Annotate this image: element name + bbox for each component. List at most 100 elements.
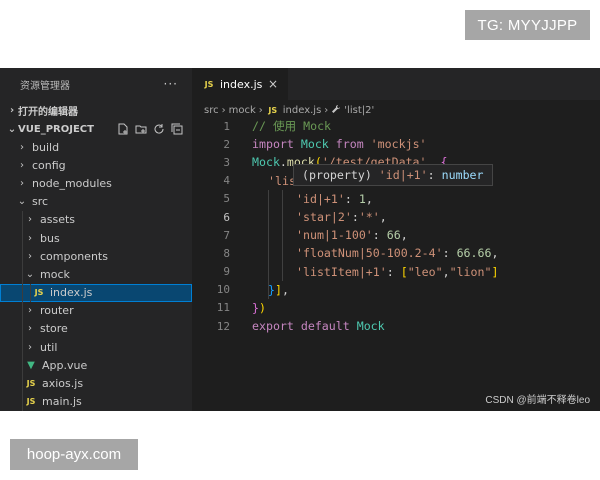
code-token: Mock	[252, 155, 280, 170]
project-actions	[116, 122, 184, 136]
code-token: :	[344, 191, 359, 206]
tree-item-store[interactable]: › store	[0, 319, 192, 339]
code-editor[interactable]: 1 // 使用 Mock 2 import Mock from 'mockjs'…	[192, 117, 600, 335]
open-editors-label: 打开的编辑器	[18, 106, 78, 118]
code-token: 'listItem|+1'	[296, 264, 387, 279]
tree-item-axios-js[interactable]: JS axios.js	[0, 374, 192, 393]
explorer-header: 资源管理器 ···	[0, 68, 192, 100]
open-editors-section[interactable]: › 打开的编辑器	[0, 100, 192, 120]
wrench-icon	[331, 104, 341, 117]
tab-bar: JS index.js ×	[192, 68, 600, 100]
code-token: 1	[358, 191, 366, 206]
hover-token: 'id|+1'	[378, 168, 428, 182]
refresh-icon[interactable]	[152, 122, 166, 136]
tree-item-assets[interactable]: › assets	[0, 210, 192, 229]
code-token: 'star|2'	[296, 210, 352, 225]
code-token: .	[279, 155, 287, 170]
chevron-right-icon: ›	[28, 341, 32, 353]
tree-item-util[interactable]: › util	[0, 338, 192, 357]
tree-item-label: config	[32, 158, 66, 172]
code-token: ]	[491, 264, 499, 279]
tree-item-config[interactable]: › config	[0, 156, 192, 174]
collapse-all-icon[interactable]	[170, 122, 184, 136]
code-token: 66	[386, 228, 401, 243]
breadcrumb-symbol[interactable]: 'list|2'	[344, 105, 374, 116]
tree-item-bus[interactable]: › bus	[0, 228, 192, 248]
new-folder-icon[interactable]	[134, 122, 148, 136]
tree-item-router[interactable]: › router	[0, 301, 192, 320]
tree-item-label: util	[40, 340, 58, 354]
tree-item-label: assets	[40, 213, 76, 227]
code-token: 'lis	[268, 173, 296, 188]
chevron-down-icon: ⌄	[25, 268, 35, 280]
editor-area: JS index.js × src › mock › JS index.js ›…	[192, 68, 600, 411]
tree-item-label: components	[40, 249, 108, 263]
code-token: [	[400, 264, 408, 279]
tree-item-components[interactable]: › components	[0, 247, 192, 266]
line-number: 6	[223, 210, 230, 224]
tree-item-label: main.js	[42, 395, 82, 409]
hover-token: number	[441, 168, 484, 182]
breadcrumb-src[interactable]: src	[204, 105, 219, 116]
code-token: '*'	[358, 210, 380, 225]
code-token: from	[328, 137, 364, 152]
code-token: ,	[281, 282, 289, 297]
tree-item-label: index.js	[50, 286, 93, 300]
code-token: ,	[491, 246, 499, 261]
breadcrumb-index-js[interactable]: index.js	[283, 105, 322, 116]
tree-item-node-modules[interactable]: › node_modules	[0, 174, 192, 192]
chevron-down-icon: ⌄	[7, 123, 17, 135]
close-icon[interactable]: ×	[268, 77, 278, 91]
code-token: ]	[274, 282, 282, 297]
code-token: Mock	[293, 137, 329, 152]
code-token: ,	[379, 210, 387, 225]
chevron-right-icon: ›	[258, 104, 263, 116]
code-line-6: 6 'star|2': '*',	[192, 207, 600, 227]
tree-item-app-vue[interactable]: ▼ App.vue	[0, 356, 192, 375]
chevron-right-icon: ›	[28, 305, 32, 317]
tree-item-label: App.vue	[42, 358, 88, 372]
code-line-10: 10 }],	[192, 280, 600, 299]
site-label: hoop-ayx.com	[10, 439, 138, 470]
code-token: 'mockjs'	[363, 137, 427, 152]
tab-index-js[interactable]: JS index.js ×	[192, 68, 288, 100]
code-line-8: 8 'floatNum|50-100.2-4': 66.66,	[192, 244, 600, 263]
tree-item-label: bus	[40, 231, 60, 245]
new-file-icon[interactable]	[116, 122, 130, 136]
code-line-2: 2 import Mock from 'mockjs'	[192, 135, 600, 153]
chevron-right-icon: ›	[20, 159, 24, 171]
code-comment: // 使用 Mock	[252, 119, 332, 134]
tree-item-index-js[interactable]: JS index.js	[0, 283, 192, 302]
project-label: VUE_PROJECT	[18, 123, 94, 135]
tree-item-src[interactable]: ⌄ src	[0, 193, 192, 211]
chevron-right-icon: ›	[28, 232, 32, 244]
breadcrumb-mock[interactable]: mock	[229, 105, 256, 116]
hover-token: (property)	[302, 168, 379, 182]
project-section[interactable]: ⌄ VUE_PROJECT	[0, 120, 192, 138]
tree-item-main-js[interactable]: JS main.js	[0, 392, 192, 411]
tree-item-label: src	[32, 195, 49, 209]
tree-item-mock[interactable]: ⌄ mock	[0, 265, 192, 284]
code-token: import	[252, 137, 294, 152]
line-number: 8	[223, 246, 230, 260]
tree-item-build[interactable]: › build	[0, 138, 192, 156]
code-line-5: 5 'id|+1': 1,	[192, 189, 600, 208]
code-line-7: 7 'num|1-100': 66,	[192, 226, 600, 245]
code-token: export	[252, 319, 294, 334]
js-file-icon: JS	[34, 288, 44, 298]
code-token: "lion"	[449, 264, 492, 279]
code-token: :	[372, 228, 387, 243]
line-number: 1	[223, 119, 230, 133]
chevron-right-icon: ›	[28, 323, 32, 335]
chevron-right-icon: ›	[28, 214, 32, 226]
code-line-11: 11 })	[192, 299, 600, 317]
code-token: "leo"	[407, 264, 443, 279]
code-token: )	[258, 300, 266, 315]
vscode-window: 资源管理器 ··· › 打开的编辑器 ⌄ VUE_PROJECT › build…	[0, 68, 600, 411]
tab-label: index.js	[220, 77, 263, 91]
explorer-sidebar: 资源管理器 ··· › 打开的编辑器 ⌄ VUE_PROJECT › build…	[0, 68, 192, 411]
line-number: 7	[223, 228, 230, 242]
code-token: ,	[442, 264, 450, 279]
more-actions-icon[interactable]: ···	[164, 77, 178, 91]
chevron-right-icon: ›	[9, 104, 15, 116]
